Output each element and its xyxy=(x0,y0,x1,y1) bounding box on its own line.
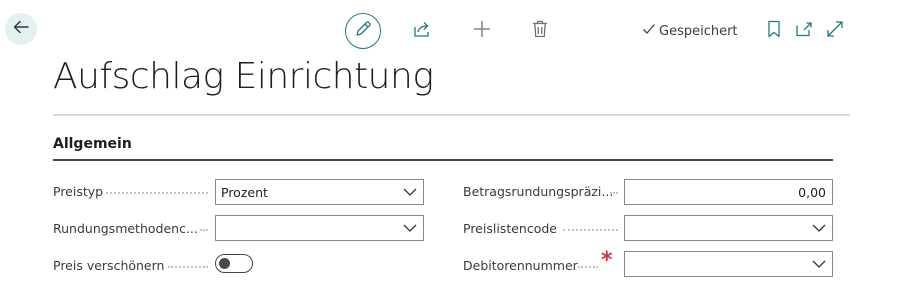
customer-no-select[interactable] xyxy=(624,251,833,277)
required-marker: * xyxy=(601,248,613,273)
amount-rounding-value: 0,00 xyxy=(798,184,826,200)
beautify-price-dots xyxy=(168,266,208,268)
rounding-method-select[interactable] xyxy=(215,215,424,241)
chevron-down-icon xyxy=(397,224,423,232)
saved-label: Gespeichert xyxy=(659,23,738,39)
saved-status: Gespeichert xyxy=(642,22,738,40)
section-title[interactable]: Allgemein xyxy=(53,136,132,152)
bookmark-button[interactable] xyxy=(764,20,784,42)
plus-icon xyxy=(472,19,492,43)
section-divider xyxy=(53,159,833,161)
price-type-dots xyxy=(106,192,208,194)
title-divider xyxy=(53,114,850,116)
beautify-price-label: Preis verschönern xyxy=(53,258,165,273)
edit-button[interactable] xyxy=(345,13,381,49)
rounding-method-label: Rundungsmethodenc... xyxy=(53,221,198,236)
chevron-down-icon xyxy=(806,260,832,268)
pencil-icon xyxy=(354,20,372,42)
rounding-method-dots xyxy=(200,229,208,231)
price-list-code-dots xyxy=(563,229,618,231)
customer-no-dots xyxy=(578,266,598,268)
amount-rounding-input[interactable]: 0,00 xyxy=(624,179,833,205)
chevron-down-icon xyxy=(397,188,423,196)
beautify-price-toggle[interactable] xyxy=(215,254,253,273)
page-title: Aufschlag Einrichtung xyxy=(53,56,434,97)
toggle-knob xyxy=(219,257,230,269)
expand-button[interactable] xyxy=(825,20,845,42)
open-new-window-button[interactable] xyxy=(794,20,814,42)
expand-icon xyxy=(826,20,844,42)
customer-no-label: Debitorennummer xyxy=(463,258,578,273)
arrow-left-icon xyxy=(12,18,30,40)
amount-rounding-dots xyxy=(610,192,618,194)
price-type-value: Prozent xyxy=(221,184,268,200)
new-button[interactable] xyxy=(471,20,493,42)
bookmark-icon xyxy=(767,20,781,42)
chevron-down-icon xyxy=(806,224,832,232)
checkmark-icon xyxy=(642,22,656,40)
price-list-code-select[interactable] xyxy=(624,215,833,241)
trash-icon xyxy=(531,19,549,43)
share-button[interactable] xyxy=(411,20,433,42)
back-button[interactable] xyxy=(5,13,37,45)
open-in-new-window-icon xyxy=(795,20,813,42)
delete-button[interactable] xyxy=(529,20,551,42)
amount-rounding-label: Betragsrundungspräzi... xyxy=(463,184,614,199)
share-icon xyxy=(412,19,432,43)
price-list-code-label: Preislistencode xyxy=(463,221,557,236)
price-type-select[interactable]: Prozent xyxy=(215,179,424,205)
price-type-label: Preistyp xyxy=(53,184,104,199)
